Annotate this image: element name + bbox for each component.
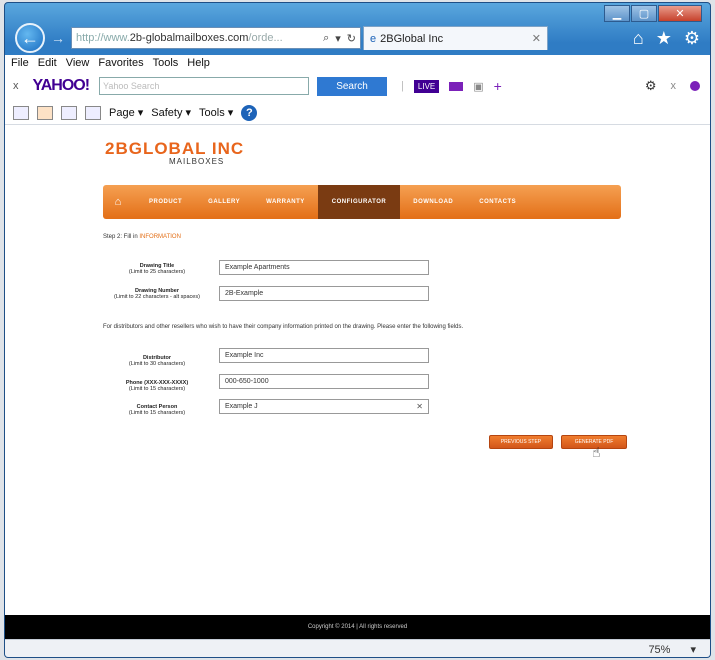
tab-favicon-icon: e [370, 32, 377, 45]
yahoo-search-input[interactable]: Yahoo Search [99, 77, 310, 95]
address-bar[interactable]: http://www. 2b-globalmailboxes.com /orde… [71, 27, 361, 49]
contact-person-field[interactable]: Example J ✕ [219, 399, 429, 414]
reseller-notice: For distributors and other resellers who… [103, 324, 464, 330]
phone-label: Phone (XXX-XXX-XXXX) (Limit to 15 charac… [103, 380, 211, 392]
phone-field[interactable]: 000-650-1000 [219, 374, 429, 389]
nav-product[interactable]: PRODUCT [133, 185, 195, 219]
distributor-label: Distributor (Limit to 30 characters) [103, 355, 211, 367]
toolbar-close-icon[interactable]: x [671, 80, 677, 92]
zoom-level[interactable]: 75% [648, 644, 670, 656]
step-indicator: Step 2: Fill in INFORMATION [103, 234, 181, 240]
drawing-title-label: Drawing Title (Limit to 25 characters) [103, 263, 211, 275]
menu-view[interactable]: View [66, 57, 90, 69]
minimize-button[interactable]: ▁ [604, 5, 630, 22]
site-navigation: ⌂ PRODUCT GALLERY WARRANTY CONFIGURATOR … [103, 185, 621, 219]
forward-button[interactable]: → [51, 30, 65, 46]
zoom-dropdown-icon[interactable]: ▾ [690, 643, 696, 656]
address-suffix: /orde... [248, 32, 283, 44]
drawing-title-field[interactable]: Example Apartments [219, 260, 429, 275]
browser-window: ▁ ▢ ✕ ← → http://www. 2b-globalmailboxes… [4, 2, 711, 658]
contact-person-hint: (Limit to 15 characters) [128, 410, 186, 416]
hand-cursor-icon: ☝ [592, 444, 601, 460]
tools-menu[interactable]: Tools ▾ [199, 106, 233, 119]
drawing-number-field[interactable]: 2B-Example [219, 286, 429, 301]
address-prefix: http://www. [76, 32, 130, 44]
print-icon[interactable] [85, 105, 101, 120]
help-icon[interactable]: ? [241, 104, 258, 121]
page-menu[interactable]: Page ▾ [109, 106, 143, 119]
menu-bar: File Edit View Favorites Tools Help [5, 55, 710, 71]
add-plus-icon[interactable]: + [494, 78, 502, 94]
safety-menu[interactable]: Safety ▾ [151, 106, 191, 119]
calendar-icon[interactable]: ▣ [473, 80, 483, 93]
refresh-icon[interactable]: ↻ [347, 32, 356, 45]
back-button[interactable]: ← [15, 23, 45, 53]
previous-step-button[interactable]: PREVIOUS STEP [489, 435, 553, 449]
contact-person-label: Contact Person (Limit to 15 characters) [103, 404, 211, 416]
feeds-icon[interactable] [37, 105, 53, 120]
home-page-icon[interactable] [13, 105, 29, 120]
distributor-hint: (Limit to 30 characters) [128, 361, 186, 367]
drawing-number-hint: (Limit to 22 characters - alt spaces) [114, 294, 200, 300]
browser-tab[interactable]: e 2BGlobal Inc ✕ [363, 26, 548, 50]
step-prefix: Step 2: Fill in [103, 234, 140, 240]
maximize-button[interactable]: ▢ [631, 5, 657, 22]
step-highlight: INFORMATION [139, 234, 181, 240]
settings-gear-icon[interactable]: ⚙ [684, 28, 700, 49]
menu-edit[interactable]: Edit [38, 57, 57, 69]
status-bar: 75% ▾ [5, 639, 710, 657]
home-nav-icon[interactable]: ⌂ [103, 185, 133, 219]
drawing-title-hint: (Limit to 25 characters) [128, 269, 186, 275]
live-button[interactable]: LIVE [413, 79, 440, 93]
dropdown-icon[interactable]: ▾ [335, 32, 341, 45]
toolbar-gear-icon[interactable]: ⚙ [645, 78, 657, 94]
read-mail-icon[interactable] [61, 105, 77, 120]
address-domain: 2b-globalmailboxes.com [129, 32, 249, 44]
search-icon[interactable]: ⌕ [323, 32, 329, 45]
navigation-bar: ← → http://www. 2b-globalmailboxes.com /… [5, 21, 710, 55]
tab-title: 2BGlobal Inc [380, 32, 444, 45]
close-tab-icon[interactable]: ✕ [532, 32, 541, 45]
yahoo-search-button[interactable]: Search [317, 76, 388, 96]
site-footer: Copyright © 2014 | All rights reserved [5, 615, 710, 639]
distributor-field[interactable]: Example Inc [219, 348, 429, 363]
favorites-star-icon[interactable]: ★ [656, 28, 672, 49]
menu-tools[interactable]: Tools [153, 57, 179, 69]
nav-contacts[interactable]: CONTACTS [466, 185, 529, 219]
menu-file[interactable]: File [11, 57, 29, 69]
page-viewport: 2BGLOBAL INC MAILBOXES ⌂ PRODUCT GALLERY… [5, 125, 710, 639]
close-toolbar-icon[interactable]: x [13, 80, 19, 92]
logo-title: 2BGLOBAL INC [105, 139, 245, 158]
nav-configurator[interactable]: CONFIGURATOR [317, 185, 401, 219]
command-bar: Page ▾ Safety ▾ Tools ▾ ? [5, 101, 710, 125]
yahoo-toolbar: x YAHOO! Yahoo Search Search | LIVE ▣ + … [5, 71, 710, 101]
home-icon[interactable]: ⌂ [633, 28, 644, 49]
menu-favorites[interactable]: Favorites [98, 57, 143, 69]
back-arrow-icon: ← [21, 27, 39, 48]
menu-help[interactable]: Help [187, 57, 210, 69]
profile-icon[interactable] [690, 81, 700, 91]
nav-warranty[interactable]: WARRANTY [253, 185, 318, 219]
close-window-button[interactable]: ✕ [658, 5, 702, 22]
clear-field-icon[interactable]: ✕ [416, 402, 423, 411]
phone-hint: (Limit to 15 characters) [128, 386, 186, 392]
drawing-number-label: Drawing Number (Limit to 22 characters -… [103, 288, 211, 300]
mail-icon[interactable] [449, 81, 464, 91]
nav-gallery[interactable]: GALLERY [195, 185, 253, 219]
yahoo-logo[interactable]: YAHOO! [33, 77, 91, 95]
contact-person-value: Example J [225, 403, 258, 410]
site-logo[interactable]: 2BGLOBAL INC MAILBOXES [105, 139, 244, 166]
forward-arrow-icon: → [51, 30, 65, 46]
nav-download[interactable]: DOWNLOAD [400, 185, 466, 219]
